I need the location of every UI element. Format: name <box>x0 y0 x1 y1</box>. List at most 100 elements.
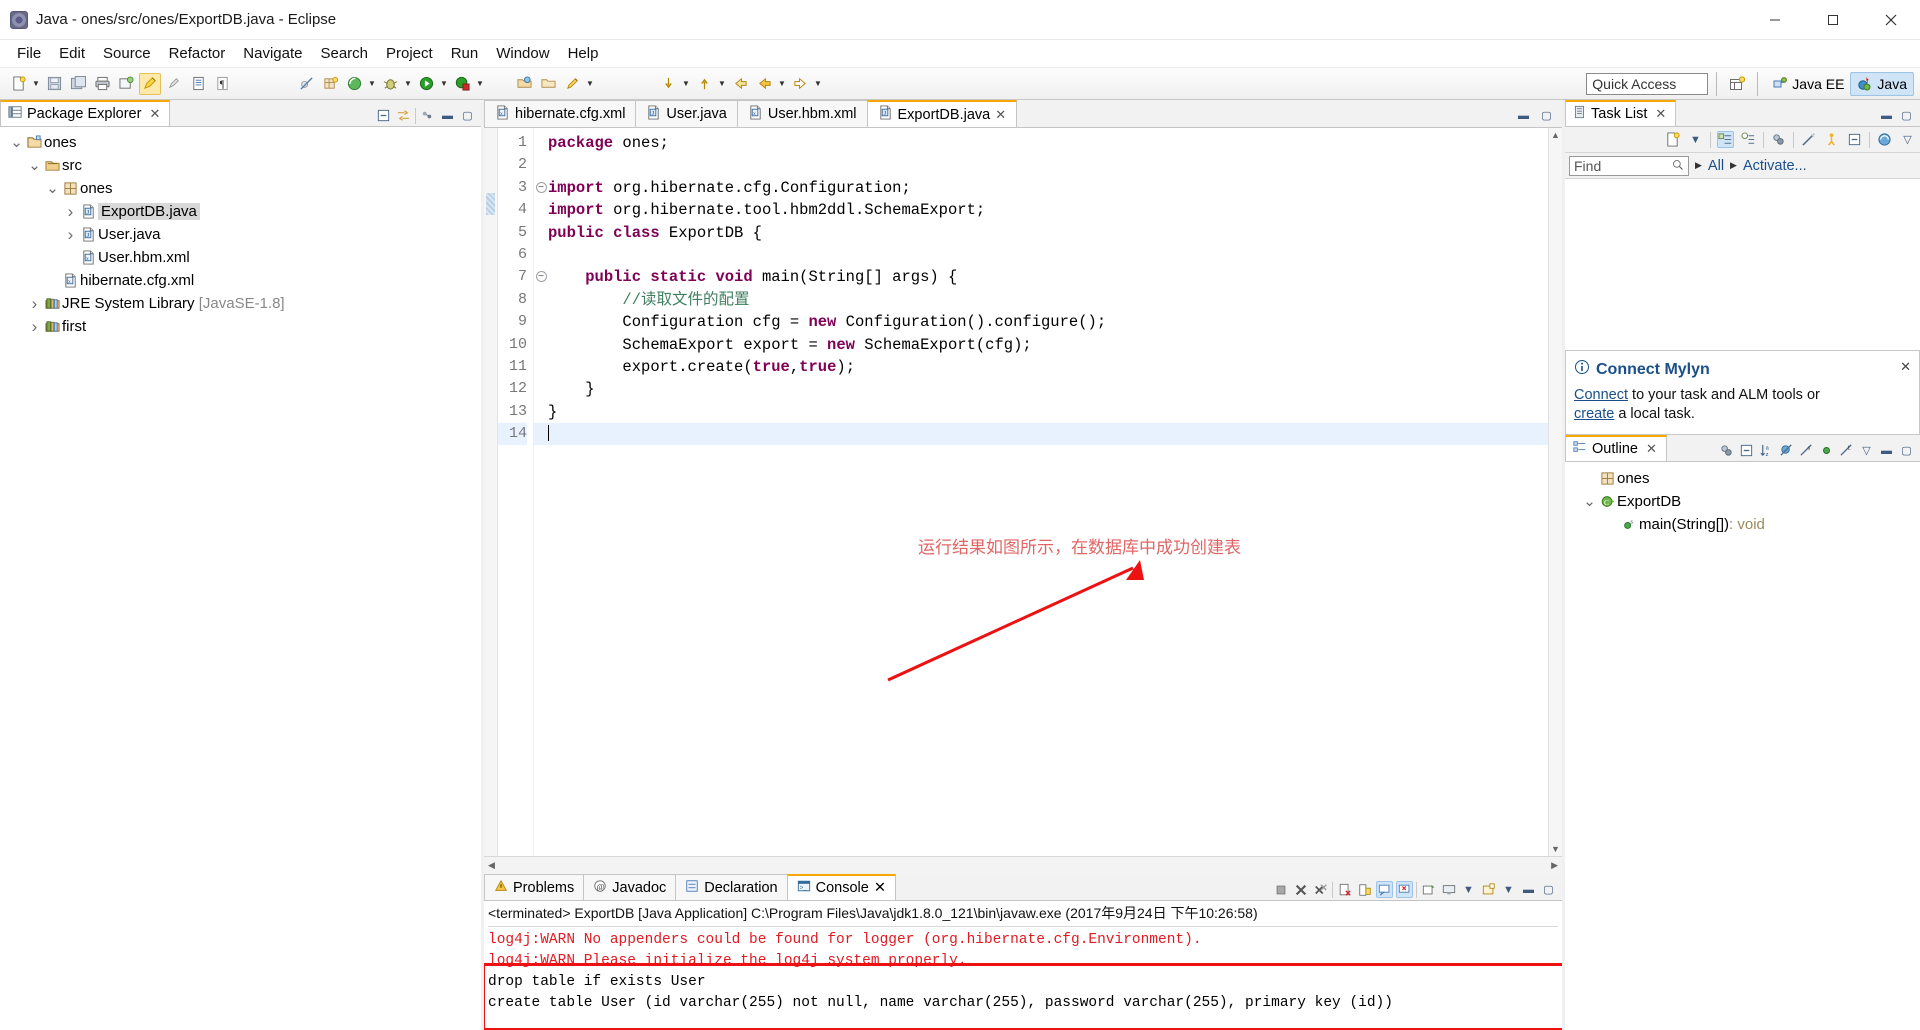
prev-annotation-arrow[interactable]: ▼ <box>716 73 728 95</box>
console-tab-javadoc[interactable]: @ Javadoc <box>583 874 677 900</box>
run-dropdown-arrow[interactable]: ▼ <box>366 73 378 95</box>
tree-item-exportdb-java[interactable]: › J ExportDB.java <box>2 200 481 223</box>
console-tab-declaration[interactable]: Declaration <box>675 874 788 900</box>
skip-breakpoints-icon[interactable] <box>295 73 317 95</box>
minimize-editor-icon[interactable]: ▬ <box>1515 107 1532 124</box>
console-tab-console[interactable]: >_ Console ✕ <box>786 874 896 900</box>
debug-dropdown-arrow[interactable]: ▼ <box>402 73 414 95</box>
next-annotation-icon[interactable] <box>657 73 679 95</box>
tab-outline[interactable]: Outline ✕ <box>1565 435 1667 461</box>
editor-vertical-scrollbar[interactable]: ▲ ▼ <box>1548 128 1562 856</box>
scroll-up-icon[interactable]: ▲ <box>1551 130 1560 140</box>
editor-tab-exportdb-java[interactable]: J ExportDB.java ✕ <box>866 100 1018 127</box>
open-type-icon[interactable] <box>513 73 535 95</box>
close-icon[interactable]: ✕ <box>1646 441 1657 457</box>
synchronize-icon[interactable] <box>1876 131 1893 148</box>
show-console-on-output-icon[interactable] <box>1376 881 1393 898</box>
clear-console-icon[interactable] <box>1336 881 1353 898</box>
menu-source[interactable]: Source <box>94 42 160 65</box>
chevron-right-icon[interactable]: › <box>26 317 43 337</box>
tree-item-user-hbm-xml[interactable]: x User.hbm.xml <box>2 246 481 269</box>
editor-tab-user-hbm-xml[interactable]: x User.hbm.xml <box>736 100 868 127</box>
close-icon[interactable]: ✕ <box>1655 106 1666 122</box>
perspective-java[interactable]: J Java <box>1850 71 1914 96</box>
hide-static-icon[interactable]: s <box>1798 442 1815 459</box>
display-selected-console-icon[interactable] <box>1440 881 1457 898</box>
chevron-down-icon[interactable]: ⌄ <box>1581 494 1598 509</box>
chevron-down-icon[interactable]: ⌄ <box>8 135 25 150</box>
scroll-left-icon[interactable]: ◀ <box>488 860 495 871</box>
close-icon[interactable]: ✕ <box>1900 359 1911 375</box>
save-icon[interactable] <box>43 73 65 95</box>
scroll-right-icon[interactable]: ▶ <box>1551 860 1558 871</box>
tree-item-hibernate-cfg-xml[interactable]: x hibernate.cfg.xml <box>2 269 481 292</box>
minimize-button[interactable] <box>1746 0 1804 39</box>
minimize-view-icon[interactable]: ▬ <box>1878 107 1895 124</box>
sort-icon[interactable]: az <box>1758 442 1775 459</box>
tab-package-explorer[interactable]: Package Explorer ✕ <box>0 100 171 126</box>
remove-all-launches-icon[interactable] <box>1312 881 1329 898</box>
menu-file[interactable]: File <box>8 42 50 65</box>
task-activate-link[interactable]: Activate... <box>1743 158 1807 174</box>
open-console-icon[interactable] <box>1480 881 1497 898</box>
new-task-dropdown-icon[interactable]: ▼ <box>1687 131 1704 148</box>
chevron-right-icon[interactable]: › <box>62 225 79 245</box>
open-task-icon[interactable] <box>187 73 209 95</box>
terminate-all-icon[interactable] <box>1272 881 1289 898</box>
new-java-project-icon[interactable] <box>319 73 341 95</box>
pin-console-icon[interactable] <box>1420 881 1437 898</box>
search-icon[interactable] <box>561 73 583 95</box>
hide-fields-icon[interactable] <box>1778 442 1795 459</box>
close-button[interactable] <box>1862 0 1920 39</box>
task-list-body[interactable] <box>1565 179 1920 350</box>
menu-window[interactable]: Window <box>487 42 558 65</box>
search-dropdown-arrow[interactable]: ▼ <box>584 73 596 95</box>
close-icon[interactable]: ✕ <box>874 880 886 896</box>
deactivate-task-icon[interactable] <box>1800 131 1817 148</box>
next-annotation-arrow[interactable]: ▼ <box>680 73 692 95</box>
external-tools-icon[interactable] <box>115 73 137 95</box>
print-icon[interactable] <box>91 73 113 95</box>
forward-dropdown-arrow[interactable]: ▼ <box>812 73 824 95</box>
code-folding-gutter[interactable]: − − <box>534 128 548 856</box>
perspective-java-ee[interactable]: Java EE <box>1766 72 1850 96</box>
chevron-down-icon[interactable]: ⌄ <box>44 181 61 196</box>
fold-toggle-icon[interactable]: − <box>534 266 548 288</box>
new-dropdown-arrow[interactable]: ▼ <box>30 73 42 95</box>
close-icon[interactable]: ✕ <box>995 107 1006 123</box>
menu-search[interactable]: Search <box>311 42 377 65</box>
scroll-down-icon[interactable]: ▼ <box>1551 844 1560 854</box>
prev-annotation-icon[interactable] <box>693 73 715 95</box>
editor-tab-hibernate-cfg-xml[interactable]: x hibernate.cfg.xml <box>484 100 637 127</box>
outline-item-ones[interactable]: ones <box>1571 467 1920 490</box>
maximize-editor-icon[interactable]: ▢ <box>1538 107 1555 124</box>
new-icon[interactable] <box>7 73 29 95</box>
focus-on-active-task-icon[interactable] <box>1718 442 1735 459</box>
tree-item-ones[interactable]: ⌄ ones <box>2 131 481 154</box>
open-console-dropdown-icon[interactable]: ▼ <box>1500 881 1517 898</box>
toggle-annotations-icon[interactable] <box>163 73 185 95</box>
tree-item-jre-system-library[interactable]: › JRE System Library [JavaSE-1.8] <box>2 292 481 315</box>
categorized-presentation-icon[interactable] <box>1717 131 1734 148</box>
view-menu-icon[interactable]: ▽ <box>1899 131 1916 148</box>
tree-item-src[interactable]: ⌄ src <box>2 154 481 177</box>
close-icon[interactable]: ✕ <box>149 106 160 122</box>
hide-local-types-icon[interactable]: L <box>1838 442 1855 459</box>
back-icon[interactable] <box>753 73 775 95</box>
editor-marker-bar[interactable] <box>484 128 498 856</box>
view-menu-icon[interactable] <box>419 107 436 124</box>
new-task-icon[interactable] <box>1664 131 1681 148</box>
chevron-right-icon[interactable]: › <box>26 294 43 314</box>
maximize-view-icon[interactable]: ▢ <box>1898 107 1915 124</box>
tree-item-first[interactable]: › first <box>2 315 481 338</box>
chevron-down-icon[interactable]: ⌄ <box>26 158 43 173</box>
save-all-icon[interactable] <box>67 73 89 95</box>
scroll-lock-icon[interactable] <box>1356 881 1373 898</box>
menu-navigate[interactable]: Navigate <box>234 42 311 65</box>
menu-run[interactable]: Run <box>442 42 488 65</box>
display-console-dropdown-icon[interactable]: ▼ <box>1460 881 1477 898</box>
outline-item-exportdb[interactable]: ⌄ C ExportDB <box>1571 490 1920 513</box>
activate-task-icon[interactable] <box>1823 131 1840 148</box>
collapse-all-icon[interactable] <box>1738 442 1755 459</box>
show-console-on-error-icon[interactable] <box>1396 881 1413 898</box>
